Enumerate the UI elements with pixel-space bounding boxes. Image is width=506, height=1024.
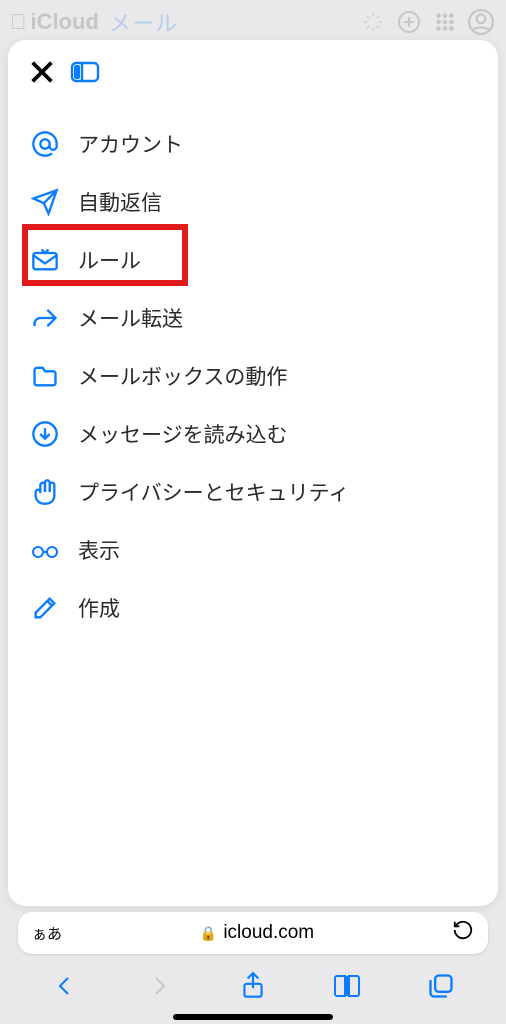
menu-item-forward[interactable]: メール転送 [16,289,490,347]
compose-icon [30,593,60,623]
menu-item-compose[interactable]: 作成 [16,579,490,637]
menu-label: メールボックスの動作 [78,361,287,391]
download-circle-icon [30,419,60,449]
bookmarks-button[interactable] [327,966,367,1006]
account-circle-icon [466,7,496,37]
browser-toolbar [0,962,506,1010]
grid-icon [430,7,460,37]
share-button[interactable] [233,966,273,1006]
menu-label: アカウント [78,129,183,159]
brand:  iCloud メール [10,6,178,38]
envelope-rules-icon [30,245,60,275]
address-domain: icloud.com [223,922,314,944]
plus-circle-icon [394,7,424,37]
menu-label: プライバシーとセキュリティ [78,477,349,507]
browser-address-bar[interactable]: ぁあ 🔒 icloud.com [18,912,488,954]
menu-item-privacy[interactable]: プライバシーとセキュリティ [16,463,490,521]
menu-item-rules[interactable]: ルール [16,231,490,289]
hand-icon [30,477,60,507]
address-domain-wrap[interactable]: 🔒 icloud.com [70,922,444,944]
menu-label: 自動返信 [78,187,162,217]
apple-logo-icon:  [10,9,27,35]
home-indicator [173,1014,333,1020]
reader-mode-button[interactable]: ぁあ [32,923,62,944]
menu-item-display[interactable]: 表示 [16,521,490,579]
sheet-header [16,58,490,97]
close-button[interactable] [28,58,56,91]
glasses-icon [30,535,60,565]
menu-item-mailbox[interactable]: メールボックスの動作 [16,347,490,405]
menu-label: メール転送 [78,303,183,333]
lock-icon: 🔒 [200,925,217,942]
menu-item-account[interactable]: アカウント [16,115,490,173]
forward-arrow-icon [30,303,60,333]
sparkle-icon [358,7,388,37]
at-sign-icon [30,129,60,159]
menu-label: ルール [78,245,141,275]
menu-item-import[interactable]: メッセージを読み込む [16,405,490,463]
paper-plane-icon [30,187,60,217]
background-app-header:  iCloud メール [0,0,506,44]
reload-button[interactable] [452,919,474,947]
menu-label: メッセージを読み込む [78,419,288,449]
sidebar-toggle-icon[interactable] [70,59,100,90]
folder-icon [30,361,60,391]
forward-button[interactable] [139,966,179,1006]
tabs-button[interactable] [421,966,461,1006]
settings-sheet: アカウント 自動返信 ルール メール転送 メールボックスの動作 [8,40,498,906]
settings-menu: アカウント 自動返信 ルール メール転送 メールボックスの動作 [16,115,490,637]
back-button[interactable] [45,966,85,1006]
brand-first: iCloud [31,9,99,35]
menu-item-autoreply[interactable]: 自動返信 [16,173,490,231]
menu-label: 表示 [78,535,120,565]
menu-label: 作成 [78,593,120,623]
brand-second: メール [109,6,178,38]
